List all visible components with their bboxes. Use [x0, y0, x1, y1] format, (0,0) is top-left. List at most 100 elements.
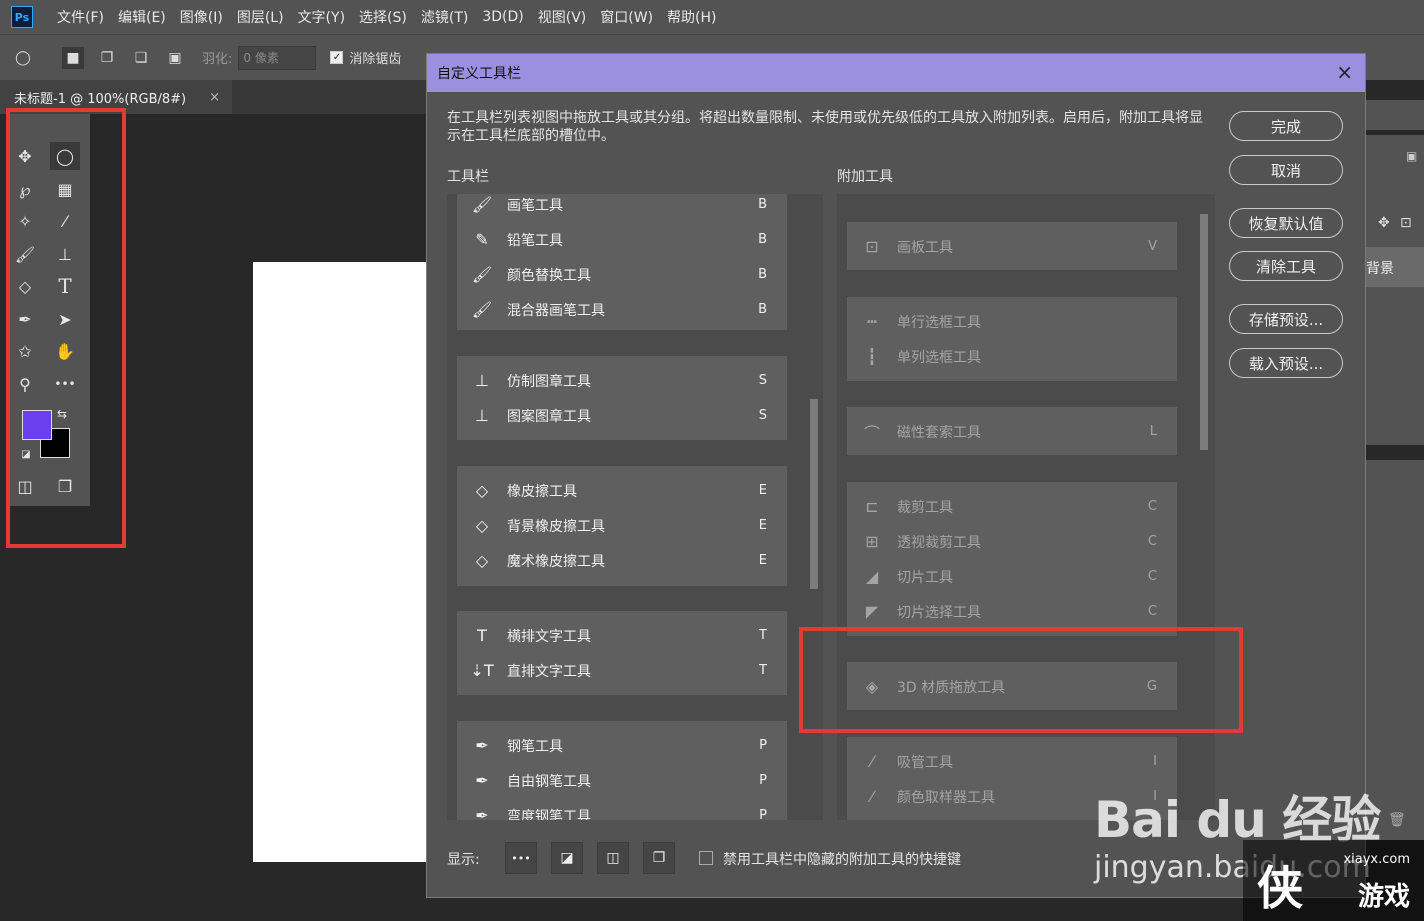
menu-file[interactable]: 文件(F) [57, 7, 104, 27]
dialog-close-icon[interactable]: × [1336, 60, 1353, 84]
tool-group[interactable]: ◇ 橡皮擦工具 E ◇ 背景橡皮擦工具 E ◇ 魔术橡皮擦工具 E [457, 466, 787, 586]
tool-name: 弯度钢笔工具 [507, 808, 591, 821]
right-panel-header [1366, 100, 1424, 130]
tool-group[interactable]: ⊥ 仿制图章工具 S ⊥ 图案图章工具 S [457, 356, 787, 440]
tool-row[interactable]: ◤ 切片选择工具 C [847, 594, 1177, 629]
highlight-box-3d-tool [799, 627, 1243, 733]
tool-shortcut: T [759, 628, 767, 643]
restore-defaults-button[interactable]: 恢复默认值 [1229, 208, 1343, 238]
extra-tools-scroll-thumb[interactable] [1200, 214, 1208, 450]
subtract-selection-icon[interactable]: ❏ [130, 47, 152, 69]
tool-row[interactable]: ✎ 铅笔工具 B [457, 222, 787, 257]
tool-row[interactable]: ⊡ 画板工具 V [847, 229, 1177, 264]
menu-layer[interactable]: 图层(L) [237, 7, 284, 27]
xiayx-site: xiayx.com [1343, 852, 1410, 867]
tool-name: 自由钢笔工具 [507, 773, 591, 790]
single-row-marquee-icon: ┅ [867, 312, 877, 331]
tool-group[interactable]: ⌒ 磁性套索工具 L [847, 407, 1177, 455]
artboard-icon[interactable]: ⊡ [1400, 215, 1412, 231]
menu-select[interactable]: 选择(S) [359, 7, 407, 27]
tool-shortcut: S [758, 373, 767, 388]
tool-row[interactable]: ┅ 单行选框工具 [847, 304, 1177, 339]
tool-name: 混合器画笔工具 [507, 302, 605, 319]
tool-row[interactable]: 🖌 颜色替换工具 B [457, 257, 787, 292]
tool-row[interactable]: ◇ 橡皮擦工具 E [457, 473, 787, 508]
magnetic-lasso-icon: ⌒ [863, 423, 880, 443]
dialog-title: 自定义工具栏 [437, 66, 521, 82]
menu-edit[interactable]: 编辑(E) [118, 7, 166, 27]
show-extra-tools-icon[interactable]: ••• [505, 842, 537, 874]
antialias-checkbox[interactable]: ✓ [330, 51, 344, 64]
tool-shortcut: P [759, 738, 767, 753]
show-quick-mask-icon[interactable]: ◫ [597, 842, 629, 874]
tool-row[interactable]: 🖌 画笔工具 B [457, 194, 787, 222]
load-preset-button[interactable]: 载入预设... [1229, 348, 1343, 378]
document-canvas[interactable] [253, 262, 433, 862]
tool-row[interactable]: ✒ 自由钢笔工具 P [457, 763, 787, 798]
mixer-brush-icon: 🖌 [471, 300, 493, 319]
elliptical-marquee-icon[interactable]: ◯ [12, 47, 34, 69]
tool-row[interactable]: ⊞ 透视裁剪工具 C [847, 524, 1177, 559]
tool-name: 颜色取样器工具 [897, 789, 995, 806]
layers-panel: ▣ ✥ ⊡ 背景 [1366, 135, 1424, 445]
tool-row[interactable]: 🖌 混合器画笔工具 B [457, 292, 787, 327]
toolbar-list[interactable]: 🖌 画笔工具 B ✎ 铅笔工具 B 🖌 颜色替换工具 B 🖌 混合器画笔工具 B ⊥ 仿制图章工具 S ⊥ 图案… [447, 194, 823, 820]
tool-name: 切片工具 [897, 569, 953, 586]
tool-row[interactable]: ◇ 背景橡皮擦工具 E [457, 508, 787, 543]
tool-row[interactable]: ✒ 钢笔工具 P [457, 728, 787, 763]
add-selection-icon[interactable]: ❐ [96, 47, 118, 69]
menu-help[interactable]: 帮助(H) [667, 7, 716, 27]
tool-group[interactable]: ⊡ 画板工具 V [847, 222, 1177, 270]
tool-name: 切片选择工具 [897, 604, 981, 621]
menu-view[interactable]: 视图(V) [538, 7, 587, 27]
photoshop-logo: Ps [11, 6, 33, 28]
menu-type[interactable]: 文字(Y) [298, 7, 345, 27]
image-icon: ▣ [1406, 149, 1418, 163]
feather-input[interactable]: 0 像素 [238, 45, 317, 70]
menu-3d[interactable]: 3D(D) [482, 9, 523, 25]
tool-name: 单行选框工具 [897, 314, 981, 331]
intersect-selection-icon[interactable]: ▣ [164, 47, 186, 69]
tool-row[interactable]: ⌒ 磁性套索工具 L [847, 414, 1177, 449]
customize-toolbar-dialog: 自定义工具栏 × 在工具栏列表视图中拖放工具或其分组。将超出数量限制、未使用或优… [426, 53, 1366, 898]
done-button[interactable]: 完成 [1229, 111, 1343, 141]
tool-row[interactable]: ┇ 单列选框工具 [847, 339, 1177, 374]
disable-shortcuts-checkbox[interactable] [699, 851, 713, 865]
tool-shortcut: E [758, 483, 767, 498]
tool-name: 背景橡皮擦工具 [507, 518, 605, 535]
tool-row[interactable]: ✒ 弯度钢笔工具 P [457, 798, 787, 820]
tool-row[interactable]: ⇣T 直排文字工具 T [457, 653, 787, 688]
layer-row[interactable]: 背景 [1366, 247, 1424, 287]
tool-group[interactable]: T 横排文字工具 T ⇣T 直排文字工具 T [457, 611, 787, 695]
tool-group[interactable]: ┅ 单行选框工具 ┇ 单列选框工具 [847, 297, 1177, 381]
move-icon[interactable]: ✥ [1378, 215, 1390, 231]
pencil-icon: ✎ [475, 230, 489, 249]
close-icon[interactable]: × [209, 90, 220, 105]
clear-tools-button[interactable]: 清除工具 [1229, 251, 1343, 281]
tool-name: 画板工具 [897, 239, 953, 256]
tool-row[interactable]: ◇ 魔术橡皮擦工具 E [457, 543, 787, 578]
show-screen-mode-icon[interactable]: ❐ [643, 842, 675, 874]
pattern-stamp-icon: ⊥ [475, 406, 489, 425]
tool-shortcut: C [1147, 569, 1157, 584]
tool-group[interactable]: ⊏ 裁剪工具 C ⊞ 透视裁剪工具 C ◢ 切片工具 C ◤ 切片选择工具 C [847, 482, 1177, 636]
cancel-button[interactable]: 取消 [1229, 155, 1343, 185]
tool-name: 画笔工具 [507, 197, 563, 214]
tool-group[interactable]: 🖌 画笔工具 B ✎ 铅笔工具 B 🖌 颜色替换工具 B 🖌 混合器画笔工具 B [457, 194, 787, 330]
tool-shortcut: I [1153, 754, 1157, 769]
tool-row[interactable]: ⁄ 吸管工具 I [847, 744, 1177, 779]
trash-icon[interactable]: 🗑 [1388, 812, 1406, 828]
tool-row[interactable]: ⊥ 仿制图章工具 S [457, 363, 787, 398]
menu-filter[interactable]: 滤镜(T) [421, 7, 468, 27]
tool-row[interactable]: ◢ 切片工具 C [847, 559, 1177, 594]
menu-image[interactable]: 图像(I) [180, 7, 223, 27]
new-selection-icon[interactable]: ■ [62, 46, 84, 69]
save-preset-button[interactable]: 存储预设... [1229, 304, 1343, 334]
tool-row[interactable]: ⊏ 裁剪工具 C [847, 489, 1177, 524]
toolbar-list-scroll-thumb[interactable] [810, 399, 818, 589]
show-color-swatches-icon[interactable]: ◪ [551, 842, 583, 874]
menu-window[interactable]: 窗口(W) [600, 7, 653, 27]
tool-group[interactable]: ✒ 钢笔工具 P ✒ 自由钢笔工具 P ✒ 弯度钢笔工具 P [457, 721, 787, 820]
tool-row[interactable]: ⊥ 图案图章工具 S [457, 398, 787, 433]
tool-row[interactable]: T 横排文字工具 T [457, 618, 787, 653]
